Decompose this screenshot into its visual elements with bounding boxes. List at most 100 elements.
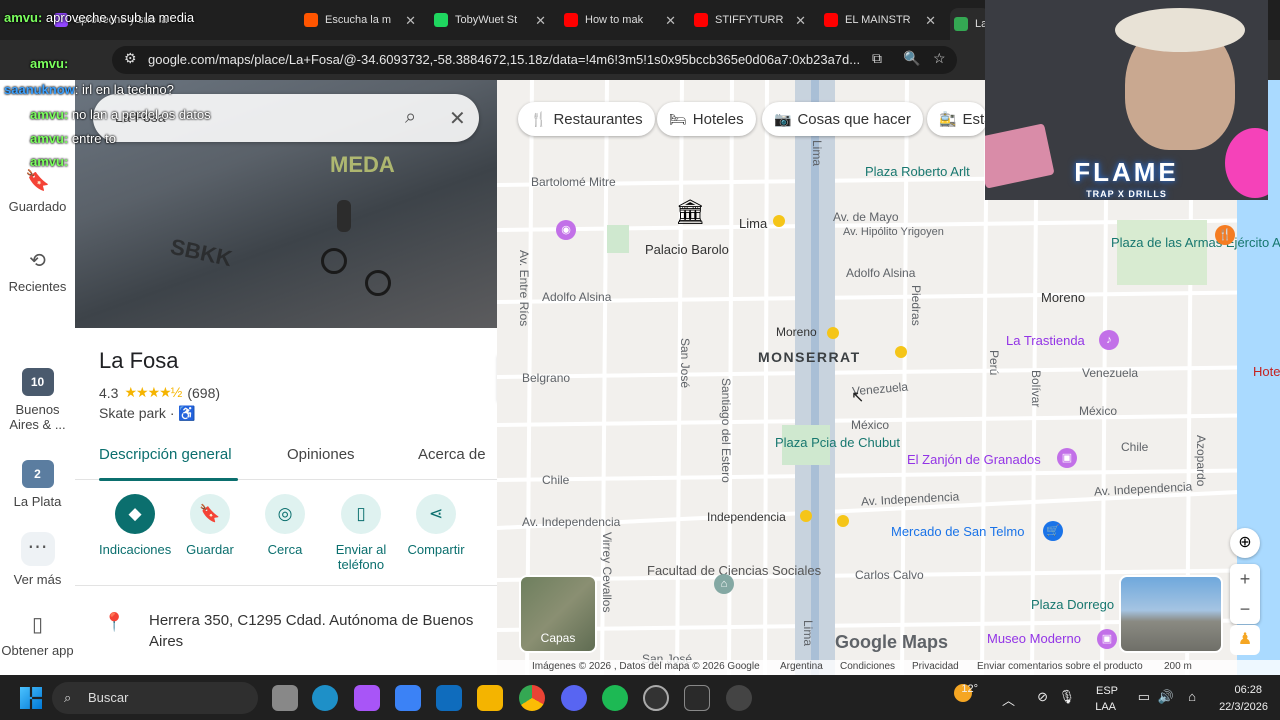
task-view-icon[interactable] xyxy=(272,685,298,711)
street-view-thumbnail[interactable] xyxy=(1119,575,1223,653)
save-button[interactable]: 🔖 Guardar xyxy=(174,494,246,557)
media-player-icon[interactable] xyxy=(726,685,752,711)
chip-stations[interactable]: 🚉Esta xyxy=(927,102,987,136)
url-bar[interactable]: google.com/maps/place/La+Fosa/@-34.60937… xyxy=(112,46,957,74)
clock-date[interactable]: 22/3/2026 xyxy=(1219,701,1268,713)
store-icon[interactable] xyxy=(395,685,421,711)
recent-city-buenos-aires[interactable]: 10 Buenos Aires & ... xyxy=(0,368,75,432)
poi-palacio-barolo[interactable]: Palacio Barolo xyxy=(645,242,729,257)
browser-tab[interactable]: EL MAINSTR ✕ xyxy=(820,8,938,32)
tab-overview[interactable]: Descripción general xyxy=(99,446,232,463)
epic-games-icon[interactable] xyxy=(684,685,710,711)
browser-tab-active[interactable]: La xyxy=(950,8,990,40)
more-button[interactable]: ⋯ Ver más xyxy=(0,532,75,587)
layers-button[interactable]: Capas xyxy=(519,575,597,653)
my-location-icon[interactable]: ⊕ xyxy=(1230,528,1260,558)
browser-tab[interactable]: TobyWuet St ✕ xyxy=(430,8,548,32)
windows-start-icon[interactable] xyxy=(20,687,42,709)
tab-reviews[interactable]: Opiniones xyxy=(287,446,355,463)
poi-plaza-dorrego[interactable]: Plaza Dorrego xyxy=(1031,597,1114,612)
poi-plaza-roberto-arlt[interactable]: Plaza Roberto Arlt xyxy=(865,164,970,179)
poi-plaza-armas[interactable]: Plaza de las Armas Ejército Argentino xyxy=(1111,235,1280,250)
review-count[interactable]: (698) xyxy=(187,385,220,401)
close-tab-icon[interactable]: ✕ xyxy=(665,13,676,29)
subway-marker-icon[interactable] xyxy=(800,510,812,522)
poi-marker[interactable]: ◉ xyxy=(556,220,576,240)
subway-marker-icon[interactable] xyxy=(837,515,849,527)
get-app-button[interactable]: ▯ Obtener app xyxy=(0,612,75,658)
chevron-up-icon[interactable]: ︿ xyxy=(1002,690,1015,709)
poi-facultad[interactable]: Facultad de Ciencias Sociales xyxy=(647,563,821,578)
browser-tab[interactable]: STIFFYTURR ✕ xyxy=(690,8,808,32)
discord-icon[interactable] xyxy=(561,685,587,711)
subway-marker-icon[interactable] xyxy=(773,215,785,227)
share-button[interactable]: ⋖ Compartir xyxy=(400,494,472,557)
volume-icon[interactable]: 🔊 xyxy=(1158,689,1174,705)
bookmark-star-icon[interactable]: ☆ xyxy=(933,50,946,67)
nearby-button[interactable]: ◎ Cerca xyxy=(249,494,321,557)
notification-icon[interactable]: ⊘ xyxy=(1037,689,1048,705)
poi-mercado-san-telmo[interactable]: Mercado de San Telmo xyxy=(891,524,1024,539)
site-settings-icon[interactable]: ⚙ xyxy=(124,50,137,67)
close-icon[interactable]: ✕ xyxy=(449,106,466,131)
zoom-out-icon[interactable]: − xyxy=(1230,594,1260,624)
country-link[interactable]: Argentina xyxy=(780,661,823,672)
file-explorer-icon[interactable] xyxy=(477,685,503,711)
chip-things-to-do[interactable]: 📷 Cosas que hacer xyxy=(762,102,923,136)
browser-tab[interactable]: Escucha la m ✕ xyxy=(300,8,418,32)
search-icon[interactable]: ⌕ xyxy=(405,106,416,129)
send-to-phone-button[interactable]: ▯ Enviar al teléfono xyxy=(325,494,397,572)
poi-plaza-chubut[interactable]: Plaza Pcia de Chubut xyxy=(775,435,900,450)
feedback-link[interactable]: Enviar comentarios sobre el producto xyxy=(977,661,1143,672)
close-tab-icon[interactable]: ✕ xyxy=(405,13,416,29)
outlook-icon[interactable] xyxy=(436,685,462,711)
chip-hotels[interactable]: 🛏 Hoteles xyxy=(657,102,756,136)
microphone-icon[interactable]: 🎙 xyxy=(1058,689,1075,705)
directions-button[interactable]: ◆ Indicaciones xyxy=(99,494,171,557)
chrome-icon[interactable] xyxy=(519,685,545,711)
edge-icon[interactable] xyxy=(312,685,338,711)
zoom-icon[interactable]: 🔍 xyxy=(903,50,920,67)
subway-marker-icon[interactable] xyxy=(895,346,907,358)
shopping-marker-icon[interactable]: 🛒 xyxy=(1043,521,1063,541)
close-tab-icon[interactable]: ✕ xyxy=(795,13,806,29)
landmark-building-icon[interactable]: 🏛 xyxy=(675,198,705,227)
school-marker-icon[interactable]: ⌂ xyxy=(714,574,734,594)
install-app-icon[interactable]: ⧉ xyxy=(872,50,882,67)
chip-restaurants[interactable]: 🍴 Restaurantes xyxy=(518,102,655,136)
network-icon[interactable]: ⌂ xyxy=(1188,689,1196,704)
poi-hotel[interactable]: Hote xyxy=(1253,364,1280,379)
spotify-icon[interactable] xyxy=(602,685,628,711)
zoom-in-icon[interactable]: + xyxy=(1230,564,1260,594)
poi-el-zanjon[interactable]: El Zanjón de Granados xyxy=(907,452,1041,467)
poi-museo-moderno[interactable]: Museo Moderno xyxy=(987,631,1081,646)
terms-link[interactable]: Condiciones xyxy=(840,661,895,672)
recent-button[interactable]: ⟲ Recientes xyxy=(0,248,75,294)
address-text[interactable]: Herrera 350, C1295 Cdad. Autónoma de Bue… xyxy=(149,610,489,652)
display-icon[interactable]: ▭ xyxy=(1138,689,1150,705)
restaurant-marker-icon[interactable]: 🍴 xyxy=(1215,225,1235,245)
museum-marker-icon[interactable]: ▣ xyxy=(1057,448,1077,468)
saved-button[interactable]: 🔖 Guardado xyxy=(0,168,75,214)
museum-marker-icon[interactable]: ▣ xyxy=(1097,629,1117,649)
recent-city-la-plata[interactable]: 2 La Plata xyxy=(0,460,75,509)
taskbar-search[interactable]: ⌕ Buscar xyxy=(52,682,258,714)
music-venue-marker-icon[interactable]: ♪ xyxy=(1099,330,1119,350)
poi-la-trastienda[interactable]: La Trastienda xyxy=(1006,333,1085,348)
close-tab-icon[interactable]: ✕ xyxy=(925,13,936,29)
station-label[interactable]: Lima xyxy=(739,216,767,231)
station-label[interactable]: Moreno xyxy=(776,325,817,339)
obs-icon[interactable] xyxy=(643,685,669,711)
station-label[interactable]: Independencia xyxy=(707,510,786,524)
pegman-icon[interactable]: ♟ xyxy=(1230,625,1260,655)
language-indicator[interactable]: ESP xyxy=(1096,685,1118,697)
clock-time[interactable]: 06:28 xyxy=(1234,684,1262,696)
close-tab-icon[interactable]: ✕ xyxy=(535,13,546,29)
subway-marker-icon[interactable] xyxy=(827,327,839,339)
browser-tab[interactable]: How to mak ✕ xyxy=(560,8,678,32)
copilot-icon[interactable] xyxy=(354,685,380,711)
tab-about[interactable]: Acerca de xyxy=(418,446,488,463)
layout-indicator[interactable]: LAA xyxy=(1095,701,1116,713)
privacy-link[interactable]: Privacidad xyxy=(912,661,959,672)
street-label-vertical: Bolívar xyxy=(1029,370,1043,408)
